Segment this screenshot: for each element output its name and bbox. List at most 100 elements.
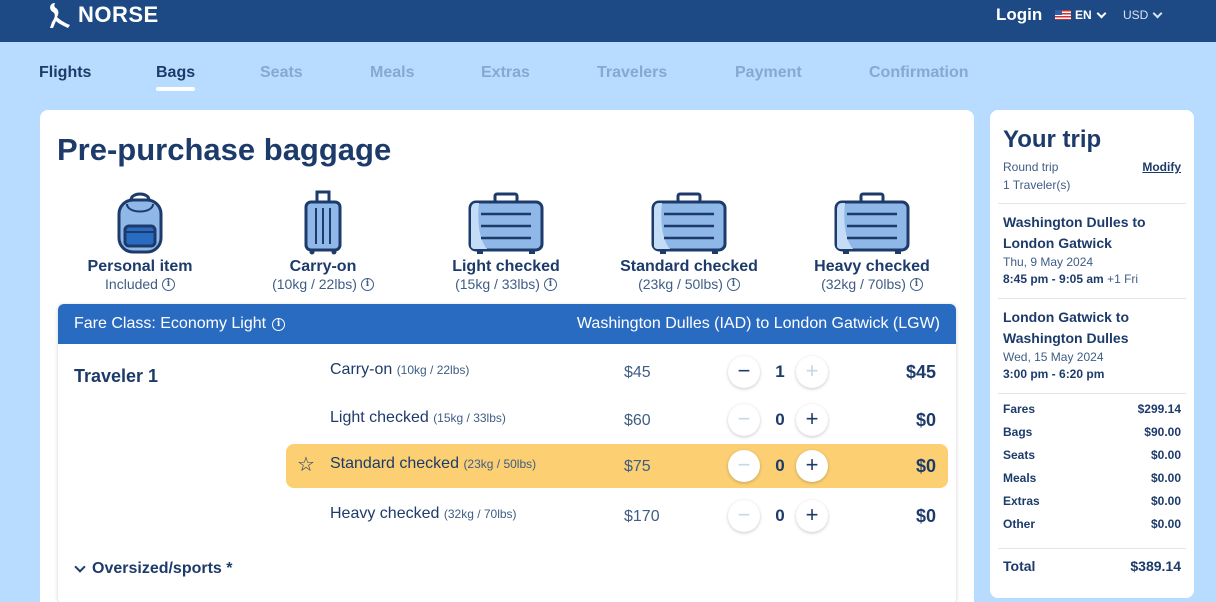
fare-section: Fare Class: Economy Light i Washington D…: [58, 304, 956, 602]
increase-button[interactable]: +: [796, 450, 828, 482]
info-icon[interactable]: i: [726, 277, 740, 291]
bag-option-light-checked: Light checked (15kg / 33lbs) i: [426, 190, 586, 292]
brand-logo[interactable]: NORSE: [46, 0, 159, 30]
bag-option-name: Heavy checked: [814, 258, 930, 275]
segment-time: 8:45 pm - 9:05 am: [1003, 272, 1104, 286]
quantity-value: 1: [775, 362, 785, 381]
cost-value: $299.14: [1137, 402, 1181, 416]
bag-option-detail: (10kg / 22lbs): [272, 276, 357, 292]
info-icon[interactable]: i: [909, 277, 923, 291]
bag-option-standard-checked: Standard checked (23kg / 50lbs) i: [609, 190, 769, 292]
info-icon[interactable]: i: [161, 277, 175, 291]
divider: [998, 548, 1186, 549]
cost-value: $0.00: [1150, 494, 1181, 508]
bag-row-name: Standard checked: [330, 455, 459, 472]
currency-selector[interactable]: USD: [1123, 8, 1163, 22]
decrease-button[interactable]: −: [728, 500, 760, 532]
trip-travelers: 1 Traveler(s): [1003, 178, 1071, 192]
suitcase-icon: [834, 192, 910, 254]
step-seats: Seats: [260, 64, 303, 81]
step-extras: Extras: [481, 64, 530, 81]
norse-logo-icon: [50, 3, 70, 28]
cost-row-fares: Fares $299.14: [1003, 402, 1181, 425]
bag-row-price: $45: [624, 364, 651, 381]
cost-label: Other: [1003, 517, 1036, 531]
step-bags[interactable]: Bags: [156, 64, 196, 91]
cost-row-seats: Seats $0.00: [1003, 448, 1181, 471]
chevron-down-icon: [1096, 8, 1107, 18]
suitcase-icon: [651, 192, 727, 254]
top-bar: NORSE Login EN USD: [0, 0, 1216, 42]
bag-option-name: Light checked: [452, 258, 560, 275]
cost-row-meals: Meals $0.00: [1003, 471, 1181, 494]
decrease-button[interactable]: −: [728, 450, 760, 482]
chevron-down-icon: [74, 561, 86, 573]
step-meals: Meals: [370, 64, 415, 81]
step-travelers: Travelers: [597, 64, 668, 81]
info-icon[interactable]: i: [360, 277, 374, 291]
fare-header: Fare Class: Economy Light i Washington D…: [58, 304, 956, 344]
info-icon[interactable]: i: [543, 277, 557, 291]
language-selector[interactable]: EN: [1055, 8, 1107, 22]
cost-value: $90.00: [1144, 425, 1181, 439]
bag-row-total: $0: [915, 456, 936, 476]
language-label: EN: [1075, 8, 1092, 22]
bag-row-light-checked: Light checked (15kg / 33lbs) $60 − 0 + $…: [286, 398, 948, 442]
bag-row-total: $45: [905, 362, 936, 382]
total-row: Total $389.14: [1003, 558, 1181, 574]
increase-button[interactable]: +: [796, 356, 828, 388]
segment-day-offset: +1 Fri: [1107, 272, 1139, 286]
bag-option-detail: (32kg / 70lbs): [821, 276, 906, 292]
bag-row-weight: (10kg / 22lbs): [396, 363, 470, 377]
divider: [998, 393, 1186, 394]
step-flights[interactable]: Flights: [39, 64, 91, 82]
increase-button[interactable]: +: [796, 500, 828, 532]
total-value: $389.14: [1130, 558, 1181, 574]
bag-row-heavy-checked: Heavy checked (32kg / 70lbs) $170 − 0 + …: [286, 494, 948, 538]
baggage-card: Pre-purchase baggage Personal item Inclu…: [40, 110, 974, 602]
modify-link[interactable]: Modify: [1142, 160, 1181, 174]
cost-label: Extras: [1003, 494, 1040, 508]
cost-row-other: Other $0.00: [1003, 517, 1181, 540]
bag-option-personal-item: Personal item Included i: [60, 190, 220, 292]
increase-button[interactable]: +: [796, 404, 828, 436]
bag-row-price: $60: [624, 412, 651, 429]
backpack-icon: [117, 192, 163, 254]
oversized-toggle[interactable]: Oversized/sports *: [74, 560, 233, 578]
bag-row-standard-checked: ☆ Standard checked (23kg / 50lbs) $75 − …: [286, 444, 948, 488]
cost-label: Bags: [1003, 425, 1033, 439]
bag-row-name: Heavy checked: [330, 505, 440, 522]
oversized-label: Oversized/sports *: [92, 560, 233, 577]
us-flag-icon: [1055, 10, 1071, 20]
divider: [998, 203, 1186, 204]
step-confirmation: Confirmation: [869, 64, 969, 81]
step-payment: Payment: [735, 64, 802, 81]
bag-option-heavy-checked: Heavy checked (32kg / 70lbs) i: [792, 190, 952, 292]
quantity-value: 0: [775, 456, 785, 475]
cost-value: $0.00: [1150, 448, 1181, 462]
decrease-button[interactable]: −: [728, 356, 760, 388]
bag-option-detail: (15kg / 33lbs): [455, 276, 540, 292]
bag-option-name: Carry-on: [289, 258, 357, 275]
info-icon[interactable]: i: [272, 317, 286, 331]
decrease-button[interactable]: −: [728, 404, 760, 436]
carry-on-icon: [304, 190, 342, 255]
brand-name: NORSE: [78, 2, 159, 27]
quantity-value: 0: [775, 506, 785, 525]
segment-route: Washington Dulles to London Gatwick: [1003, 214, 1146, 251]
star-icon: ☆: [297, 454, 315, 476]
chevron-down-icon: [1152, 8, 1163, 18]
fare-class-label: Fare Class: Economy Light: [74, 315, 267, 332]
bag-row-name: Light checked: [330, 409, 429, 426]
login-link[interactable]: Login: [996, 5, 1042, 25]
segment-time: 3:00 pm - 6:20 pm: [1003, 367, 1105, 381]
cost-value: $0.00: [1150, 471, 1181, 485]
trip-segment-return: London Gatwick to Washington Dulles Wed,…: [1003, 307, 1183, 381]
bag-row-total: $0: [915, 410, 936, 430]
fare-route: Washington Dulles (IAD) to London Gatwic…: [576, 315, 940, 332]
page-title: Pre-purchase baggage: [57, 132, 392, 167]
cost-breakdown: Fares $299.14 Bags $90.00 Seats $0.00 Meals…: [1003, 402, 1181, 540]
bag-row-weight: (23kg / 50lbs): [463, 457, 537, 471]
segment-route: London Gatwick to Washington Dulles: [1003, 309, 1129, 346]
bag-option-name: Personal item: [87, 258, 193, 275]
